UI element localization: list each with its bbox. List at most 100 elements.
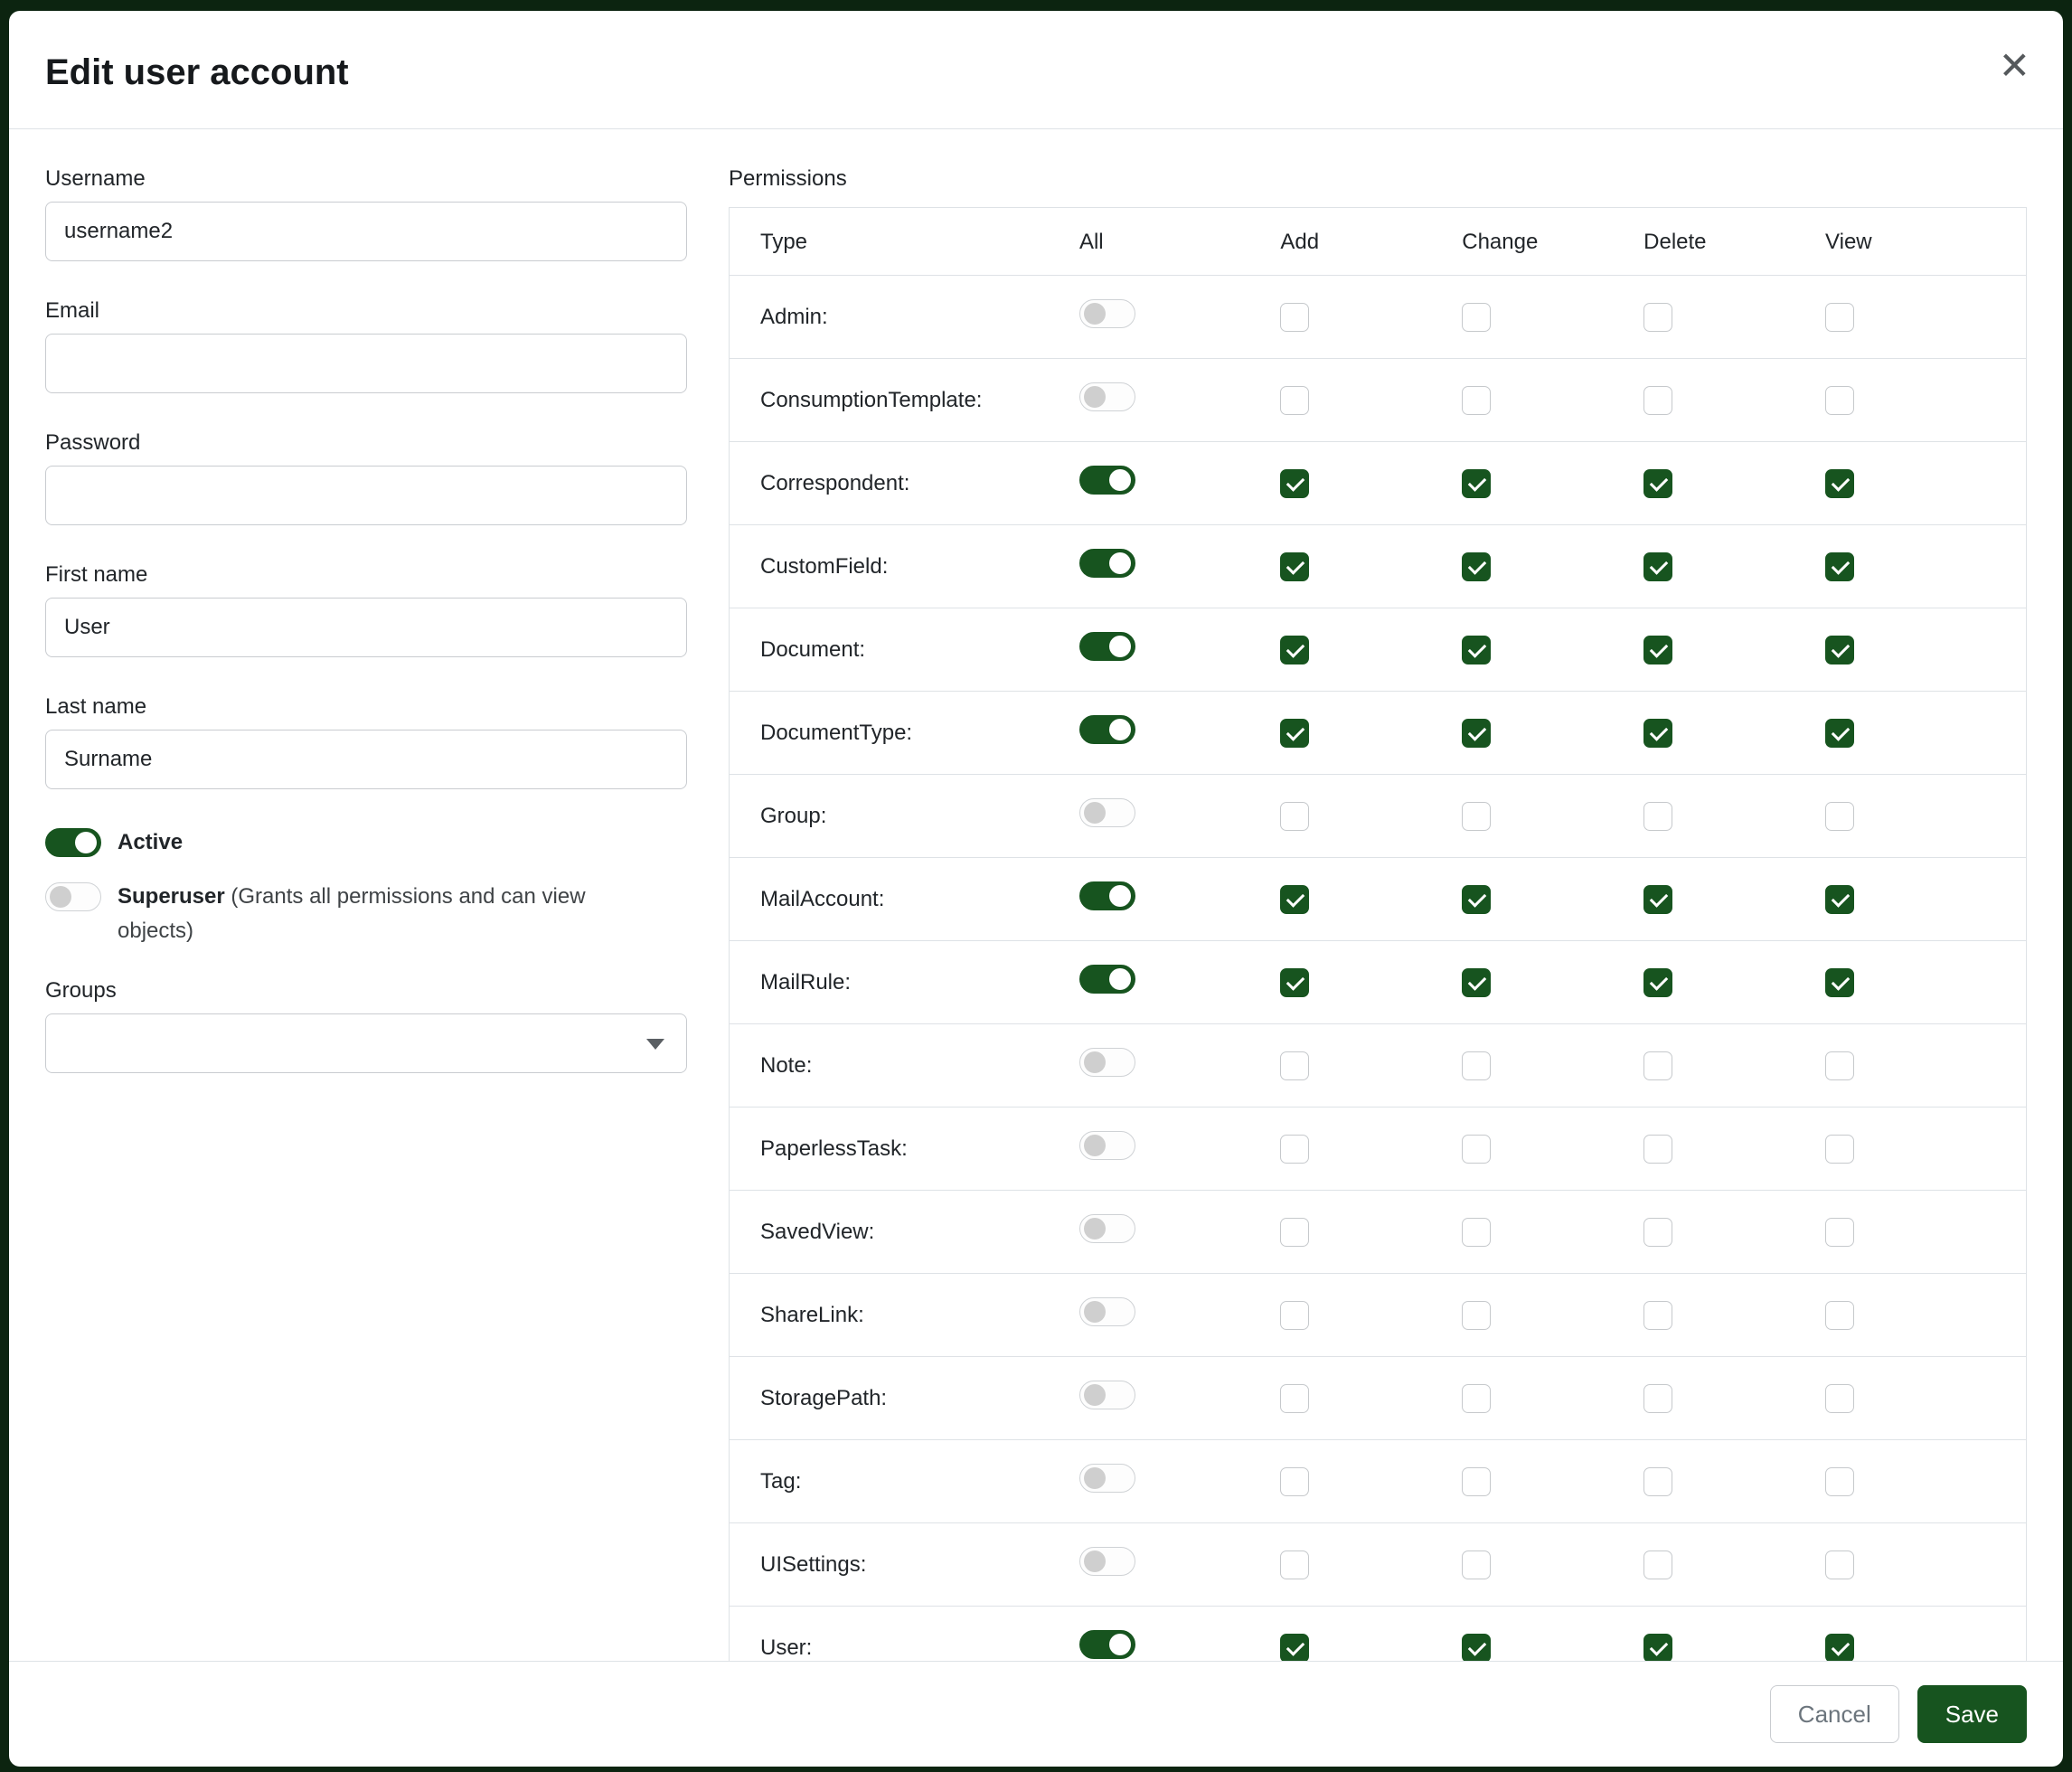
permission-delete-checkbox[interactable] [1643,469,1672,498]
permission-add-checkbox[interactable] [1280,719,1309,748]
permission-delete-checkbox[interactable] [1643,719,1672,748]
permission-change-checkbox[interactable] [1462,469,1491,498]
permission-all-toggle[interactable] [1079,1297,1135,1326]
permission-view-checkbox[interactable] [1825,1135,1854,1164]
permission-all-toggle[interactable] [1079,965,1135,994]
toggle-knob [1109,968,1131,990]
permission-all-toggle[interactable] [1079,798,1135,827]
permission-delete-checkbox[interactable] [1643,1384,1672,1413]
permission-delete-checkbox[interactable] [1643,885,1672,914]
permission-view-checkbox[interactable] [1825,1301,1854,1330]
permission-add-checkbox[interactable] [1280,968,1309,997]
permission-change-checkbox[interactable] [1462,719,1491,748]
permission-delete-checkbox[interactable] [1643,303,1672,332]
permission-view-checkbox[interactable] [1825,636,1854,664]
permission-view-checkbox[interactable] [1825,1051,1854,1080]
username-input[interactable] [45,202,687,261]
permission-add-checkbox[interactable] [1280,469,1309,498]
permission-all-toggle[interactable] [1079,549,1135,578]
permission-all-toggle[interactable] [1079,1214,1135,1243]
permission-all-toggle[interactable] [1079,299,1135,328]
permission-view-checkbox[interactable] [1825,1550,1854,1579]
first-name-input[interactable] [45,598,687,657]
permission-delete-checkbox[interactable] [1643,1218,1672,1247]
permission-change-checkbox[interactable] [1462,552,1491,581]
permission-add-checkbox[interactable] [1280,636,1309,664]
permission-delete-checkbox[interactable] [1643,1301,1672,1330]
email-input[interactable] [45,334,687,393]
permission-all-toggle[interactable] [1079,1131,1135,1160]
permission-change-checkbox[interactable] [1462,1051,1491,1080]
permission-row: Tag: [730,1440,2027,1523]
permission-add-checkbox[interactable] [1280,1467,1309,1496]
permission-all-toggle[interactable] [1079,715,1135,744]
permission-delete-checkbox[interactable] [1643,386,1672,415]
permission-delete-checkbox[interactable] [1643,1634,1672,1662]
superuser-toggle[interactable] [45,882,101,911]
permission-all-toggle[interactable] [1079,1630,1135,1659]
close-icon[interactable]: ✕ [1999,47,2030,85]
active-toggle[interactable] [45,828,101,857]
permission-change-checkbox[interactable] [1462,1135,1491,1164]
permission-view-checkbox[interactable] [1825,303,1854,332]
permission-view-checkbox[interactable] [1825,802,1854,831]
save-button[interactable]: Save [1917,1685,2027,1743]
password-input[interactable] [45,466,687,525]
permission-change-checkbox[interactable] [1462,1634,1491,1662]
permission-all-toggle[interactable] [1079,1464,1135,1493]
permission-add-checkbox[interactable] [1280,386,1309,415]
permission-delete-checkbox[interactable] [1643,1051,1672,1080]
cancel-button[interactable]: Cancel [1770,1685,1899,1743]
permission-view-checkbox[interactable] [1825,386,1854,415]
permission-view-checkbox[interactable] [1825,1218,1854,1247]
permission-view-checkbox[interactable] [1825,719,1854,748]
permission-delete-checkbox[interactable] [1643,636,1672,664]
permission-add-checkbox[interactable] [1280,1135,1309,1164]
permission-delete-checkbox[interactable] [1643,968,1672,997]
permission-view-checkbox[interactable] [1825,1384,1854,1413]
permission-change-checkbox[interactable] [1462,1218,1491,1247]
modal-title: Edit user account [45,51,2027,94]
permission-add-checkbox[interactable] [1280,1550,1309,1579]
permission-add-checkbox[interactable] [1280,1051,1309,1080]
permission-view-checkbox[interactable] [1825,552,1854,581]
permission-change-checkbox[interactable] [1462,802,1491,831]
permission-view-checkbox[interactable] [1825,1467,1854,1496]
permission-change-checkbox[interactable] [1462,636,1491,664]
permission-add-checkbox[interactable] [1280,1634,1309,1662]
permission-change-checkbox[interactable] [1462,1550,1491,1579]
permission-view-checkbox[interactable] [1825,968,1854,997]
permission-change-checkbox[interactable] [1462,1467,1491,1496]
last-name-input[interactable] [45,730,687,789]
permission-view-checkbox[interactable] [1825,469,1854,498]
permission-all-toggle[interactable] [1079,466,1135,495]
permission-change-checkbox[interactable] [1462,303,1491,332]
permission-all-toggle[interactable] [1079,632,1135,661]
permission-view-checkbox[interactable] [1825,885,1854,914]
permission-delete-checkbox[interactable] [1643,1135,1672,1164]
permission-add-checkbox[interactable] [1280,303,1309,332]
permission-add-checkbox[interactable] [1280,885,1309,914]
permission-change-checkbox[interactable] [1462,1301,1491,1330]
permission-row: Admin: [730,276,2027,359]
permission-delete-checkbox[interactable] [1643,1467,1672,1496]
permission-delete-checkbox[interactable] [1643,552,1672,581]
permission-all-toggle[interactable] [1079,1048,1135,1077]
permission-add-checkbox[interactable] [1280,1384,1309,1413]
permission-delete-checkbox[interactable] [1643,802,1672,831]
groups-select[interactable] [45,1013,687,1073]
permission-change-checkbox[interactable] [1462,885,1491,914]
permission-all-toggle[interactable] [1079,1547,1135,1576]
permission-all-toggle[interactable] [1079,881,1135,910]
permission-all-toggle[interactable] [1079,1381,1135,1409]
permission-add-checkbox[interactable] [1280,1218,1309,1247]
permission-add-checkbox[interactable] [1280,802,1309,831]
permission-add-checkbox[interactable] [1280,552,1309,581]
permission-delete-checkbox[interactable] [1643,1550,1672,1579]
permission-add-checkbox[interactable] [1280,1301,1309,1330]
permission-all-toggle[interactable] [1079,382,1135,411]
permission-view-checkbox[interactable] [1825,1634,1854,1662]
permission-change-checkbox[interactable] [1462,1384,1491,1413]
permission-change-checkbox[interactable] [1462,968,1491,997]
permission-change-checkbox[interactable] [1462,386,1491,415]
